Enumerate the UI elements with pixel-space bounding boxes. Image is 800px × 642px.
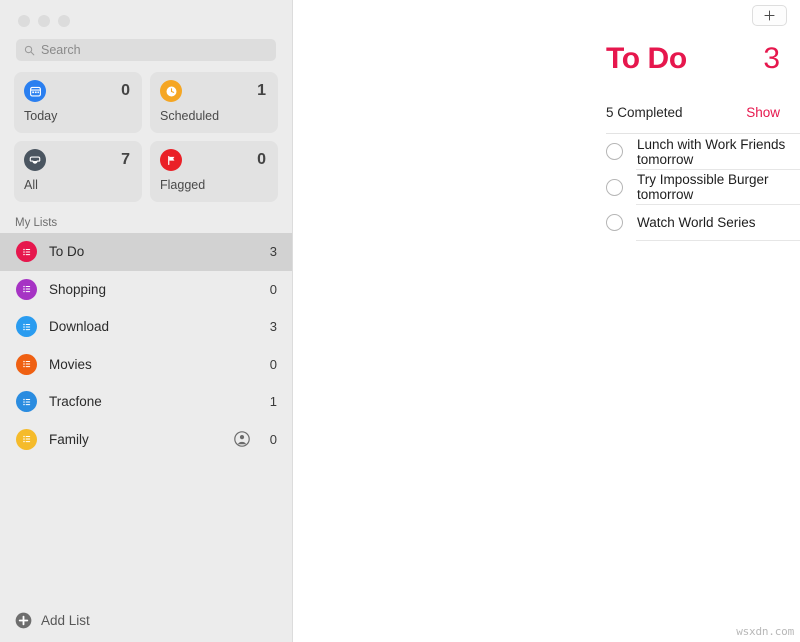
page-title-count: 3 (763, 42, 780, 75)
shared-person-icon (234, 431, 250, 448)
table-row[interactable]: Watch World Series (293, 205, 800, 241)
list-bullets-icon (16, 316, 37, 338)
search-icon (24, 45, 35, 55)
show-completed-link[interactable]: Show (746, 105, 780, 120)
sidebar-item-movies-label: Movies (49, 356, 92, 372)
smart-list-flagged-label: Flagged (160, 178, 206, 192)
sidebar-item-to-do-count: 3 (269, 244, 277, 260)
list-bullets-icon (16, 278, 37, 300)
reminder-checkbox[interactable] (606, 143, 623, 161)
smart-list-scheduled[interactable]: 1 Scheduled (150, 72, 278, 133)
sidebar-item-shopping[interactable]: Shopping 0 (0, 271, 292, 309)
list-header: To Do 3 (606, 42, 780, 76)
smart-list-today[interactable]: 0 Today (14, 72, 142, 133)
smart-list-today-top: 0 (24, 80, 132, 102)
search-input[interactable]: Search (16, 39, 276, 61)
smart-list-all-top: 7 (24, 149, 132, 171)
smart-list-flagged-count: 0 (257, 151, 266, 168)
sidebar-item-download-label: Download (49, 319, 110, 335)
smart-list-all[interactable]: 7 All (14, 141, 142, 202)
smart-list-all-count: 7 (121, 151, 130, 168)
reminder-title: Try Impossible Burger tomorrow (637, 172, 769, 203)
reminder-checkbox[interactable] (606, 178, 623, 196)
reminder-title: Watch World Series (637, 215, 756, 231)
close-button[interactable] (18, 14, 30, 27)
search-placeholder: Search (41, 42, 81, 57)
list-bullets-icon (16, 391, 37, 413)
smart-list-scheduled-count: 1 (257, 82, 266, 99)
my-lists: To Do 3 Shopping 0 Download 3 Movies 0 T… (0, 233, 292, 458)
table-row[interactable]: Lunch with Work Friends tomorrow (293, 134, 800, 170)
add-reminder-button[interactable] (752, 5, 787, 26)
table-row[interactable]: Try Impossible Burger tomorrow (293, 170, 800, 206)
sidebar-item-family-count: 0 (269, 431, 277, 447)
sidebar-item-shopping-count: 0 (269, 281, 277, 297)
sidebar-item-download-count: 3 (269, 319, 277, 335)
sidebar-item-movies[interactable]: Movies 0 (0, 346, 292, 384)
list-bullets-icon (16, 241, 37, 263)
reminder-title: Lunch with Work Friends tomorrow (637, 136, 786, 167)
sidebar-item-family[interactable]: Family 0 (0, 421, 292, 459)
plus-circle-icon (15, 612, 32, 628)
plus-icon (764, 10, 775, 21)
sidebar-item-tracfone-label: Tracfone (49, 394, 102, 410)
smart-list-flagged[interactable]: 0 Flagged (150, 141, 278, 202)
sidebar-item-tracfone[interactable]: Tracfone 1 (0, 383, 292, 421)
smart-list-scheduled-label: Scheduled (160, 109, 220, 123)
page-title: To Do (606, 42, 687, 75)
sidebar-item-shopping-label: Shopping (49, 281, 107, 297)
watermark: wsxdn.com (736, 625, 794, 638)
sidebar-item-to-do-label: To Do (49, 244, 85, 260)
my-lists-heading: My Lists (15, 217, 58, 229)
clock-icon (160, 80, 182, 102)
add-list-button[interactable]: Add List (0, 598, 292, 642)
sidebar-item-movies-count: 0 (269, 356, 277, 372)
list-bullets-icon (16, 353, 37, 375)
sidebar-item-to-do[interactable]: To Do 3 (0, 233, 292, 271)
window-traffic-lights (0, 0, 292, 30)
calendar-icon (24, 80, 46, 102)
reminders-window: Search 0 Today 1 Scheduled 7 All 0 Flagg… (0, 0, 800, 642)
completed-bar: 5 Completed Show (606, 105, 780, 120)
completed-count-label: 5 Completed (606, 105, 683, 120)
sidebar-item-tracfone-count: 1 (269, 394, 277, 410)
search-container: Search (0, 30, 292, 61)
smart-list-today-label: Today (24, 109, 58, 123)
smart-list-scheduled-top: 1 (160, 80, 268, 102)
smart-list-all-label: All (24, 178, 38, 192)
flag-icon (160, 149, 182, 171)
tray-icon (24, 149, 46, 171)
list-bullets-icon (16, 428, 37, 450)
smart-lists-grid: 0 Today 1 Scheduled 7 All 0 Flagged (0, 61, 292, 202)
smart-list-today-count: 0 (121, 82, 130, 99)
reminder-checkbox[interactable] (606, 214, 623, 232)
zoom-button[interactable] (58, 14, 70, 27)
smart-list-flagged-top: 0 (160, 149, 268, 171)
main-content: To Do 3 5 Completed Show Lunch with Work… (293, 0, 800, 642)
add-list-label: Add List (41, 612, 90, 628)
sidebar: Search 0 Today 1 Scheduled 7 All 0 Flagg… (0, 0, 293, 642)
sidebar-item-family-label: Family (49, 431, 89, 447)
minimize-button[interactable] (38, 14, 50, 27)
sidebar-item-download[interactable]: Download 3 (0, 308, 292, 346)
reminders-list: Lunch with Work Friends tomorrow Try Imp… (293, 134, 800, 241)
